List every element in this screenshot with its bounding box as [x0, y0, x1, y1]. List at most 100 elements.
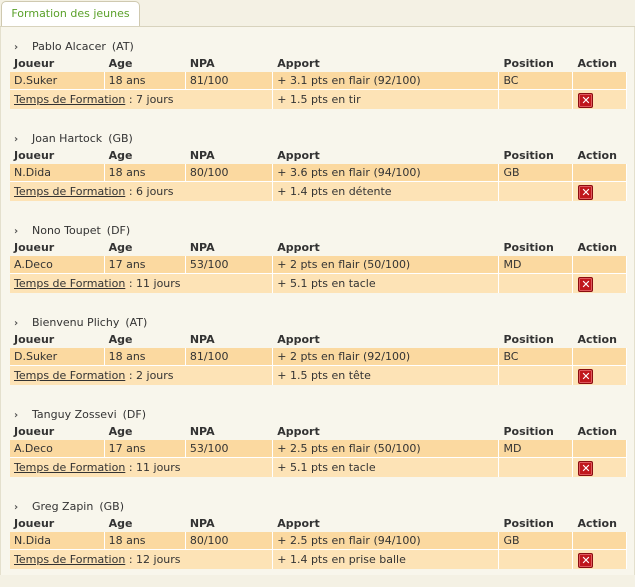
- empty-cell: [499, 181, 574, 201]
- coach-npa: 80/100: [185, 164, 274, 181]
- action-cell: ✕: [573, 365, 627, 385]
- training-row: Temps de Formation : 6 jours + 1.4 pts e…: [10, 181, 627, 201]
- temps-de-formation-link[interactable]: Temps de Formation: [14, 93, 125, 106]
- temps-de-formation-link[interactable]: Temps de Formation: [14, 369, 125, 382]
- training-duration: : 11 jours: [128, 277, 181, 290]
- training-block: › Joan Hartock (GB) Joueur Age NPA Apport …: [1, 127, 634, 219]
- player-name: Joan Hartock: [32, 132, 103, 145]
- table-header-row: Joueur Age NPA Apport Position Action: [10, 331, 627, 348]
- coach-name: A.Deco: [10, 440, 105, 457]
- action-cell: ✕: [573, 273, 627, 293]
- training-table: Joueur Age NPA Apport Position Action N.…: [10, 515, 627, 569]
- header-position: Position: [503, 57, 554, 70]
- header-joueur: Joueur: [14, 241, 55, 254]
- player-heading[interactable]: › Tanguy Zossevi (DF): [14, 407, 146, 423]
- chevron-right-icon[interactable]: ›: [14, 408, 26, 424]
- temps-de-formation-link[interactable]: Temps de Formation: [14, 185, 125, 198]
- action-cell: ✕: [573, 181, 627, 201]
- apport-skill: + 5.1 pts en tacle: [273, 273, 500, 293]
- empty-cell: [573, 440, 627, 457]
- chevron-right-icon[interactable]: ›: [14, 500, 26, 516]
- temps-de-formation-link[interactable]: Temps de Formation: [14, 553, 125, 566]
- delete-icon[interactable]: ✕: [578, 552, 594, 568]
- coach-position: BC: [499, 72, 574, 89]
- header-action: Action: [577, 517, 617, 530]
- training-duration-cell: Temps de Formation : 7 jours: [10, 89, 274, 109]
- training-row: Temps de Formation : 12 jours + 1.4 pts …: [10, 549, 627, 569]
- player-name: Pablo Alcacer: [32, 40, 106, 53]
- chevron-right-icon[interactable]: ›: [14, 316, 26, 332]
- coach-age: 17 ans: [104, 440, 186, 457]
- player-position: (GB): [108, 132, 133, 145]
- chevron-right-icon[interactable]: ›: [14, 224, 26, 240]
- chevron-right-icon[interactable]: ›: [14, 40, 26, 56]
- player-name: Greg Zapin: [32, 500, 94, 513]
- coach-npa: 80/100: [185, 532, 274, 549]
- player-heading[interactable]: › Bienvenu Plichy (AT): [14, 315, 147, 331]
- apport-flair: + 2 pts en flair (50/100): [273, 256, 500, 273]
- coach-row: A.Deco 17 ans 53/100 + 2.5 pts en flair …: [10, 440, 627, 457]
- temps-de-formation-link[interactable]: Temps de Formation: [14, 277, 125, 290]
- coach-name: D.Suker: [10, 72, 105, 89]
- apport-skill: + 1.5 pts en tir: [273, 89, 500, 109]
- training-table: Joueur Age NPA Apport Position Action D.…: [10, 331, 627, 385]
- apport-flair: + 2.5 pts en flair (50/100): [273, 440, 500, 457]
- table-header-row: Joueur Age NPA Apport Position Action: [10, 147, 627, 164]
- delete-icon[interactable]: ✕: [578, 368, 594, 384]
- training-table: Joueur Age NPA Apport Position Action A.…: [10, 239, 627, 293]
- training-duration-cell: Temps de Formation : 11 jours: [10, 457, 274, 477]
- header-apport: Apport: [277, 57, 320, 70]
- player-name: Nono Toupet: [32, 224, 101, 237]
- tab-formation-des-jeunes[interactable]: Formation des jeunes: [1, 1, 140, 26]
- coach-name: D.Suker: [10, 348, 105, 365]
- training-duration: : 7 jours: [128, 93, 174, 106]
- empty-cell: [573, 532, 627, 549]
- training-duration-cell: Temps de Formation : 6 jours: [10, 181, 274, 201]
- chevron-right-icon[interactable]: ›: [14, 132, 26, 148]
- player-position: (AT): [111, 40, 134, 53]
- empty-cell: [499, 457, 574, 477]
- player-heading[interactable]: › Greg Zapin (GB): [14, 499, 124, 515]
- tab-bar: Formation des jeunes: [0, 0, 635, 27]
- training-duration: : 6 jours: [128, 185, 174, 198]
- empty-cell: [573, 164, 627, 181]
- header-joueur: Joueur: [14, 425, 55, 438]
- training-duration-cell: Temps de Formation : 11 jours: [10, 273, 274, 293]
- header-age: Age: [108, 333, 133, 346]
- header-position: Position: [503, 333, 554, 346]
- player-position: (AT): [125, 316, 148, 329]
- coach-npa: 81/100: [185, 348, 274, 365]
- empty-cell: [499, 273, 574, 293]
- delete-icon[interactable]: ✕: [578, 276, 594, 292]
- player-name: Bienvenu Plichy: [32, 316, 120, 329]
- delete-icon[interactable]: ✕: [578, 184, 594, 200]
- player-position: (DF): [106, 224, 131, 237]
- coach-name: A.Deco: [10, 256, 105, 273]
- apport-skill: + 1.4 pts en prise balle: [273, 549, 500, 569]
- temps-de-formation-link[interactable]: Temps de Formation: [14, 461, 125, 474]
- header-action: Action: [577, 333, 617, 346]
- header-action: Action: [577, 241, 617, 254]
- coach-position: GB: [499, 164, 574, 181]
- training-block: › Bienvenu Plichy (AT) Joueur Age NPA Appo…: [1, 311, 634, 403]
- delete-icon[interactable]: ✕: [578, 460, 594, 476]
- empty-cell: [499, 365, 574, 385]
- coach-name: N.Dida: [10, 532, 105, 549]
- header-apport: Apport: [277, 517, 320, 530]
- empty-cell: [499, 549, 574, 569]
- player-heading[interactable]: › Pablo Alcacer (AT): [14, 39, 134, 55]
- training-block: › Greg Zapin (GB) Joueur Age NPA Apport Po…: [1, 495, 634, 587]
- player-heading[interactable]: › Joan Hartock (GB): [14, 131, 133, 147]
- training-row: Temps de Formation : 11 jours + 5.1 pts …: [10, 457, 627, 477]
- header-npa: NPA: [189, 425, 215, 438]
- header-position: Position: [503, 241, 554, 254]
- header-action: Action: [577, 425, 617, 438]
- apport-skill: + 1.4 pts en détente: [273, 181, 500, 201]
- coach-npa: 81/100: [185, 72, 274, 89]
- player-heading[interactable]: › Nono Toupet (DF): [14, 223, 130, 239]
- coach-npa: 53/100: [185, 256, 274, 273]
- delete-icon[interactable]: ✕: [578, 92, 594, 108]
- header-apport: Apport: [277, 425, 320, 438]
- training-row: Temps de Formation : 2 jours + 1.5 pts e…: [10, 365, 627, 385]
- coach-position: MD: [499, 256, 574, 273]
